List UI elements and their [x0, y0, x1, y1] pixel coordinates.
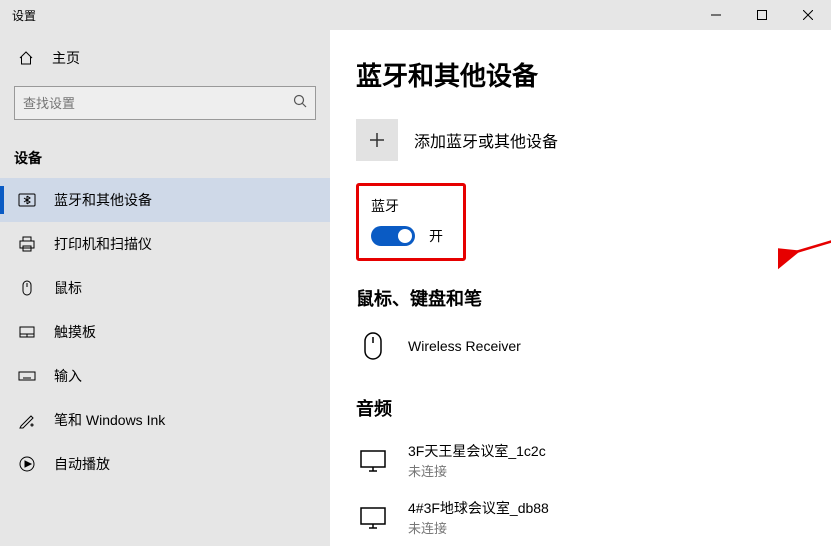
mouse-icon — [356, 331, 390, 361]
page-title: 蓝牙和其他设备 — [356, 56, 805, 93]
device-status: 未连接 — [408, 518, 549, 537]
home-link[interactable]: 主页 — [0, 36, 330, 80]
audio-section-title: 音频 — [356, 395, 805, 421]
home-icon — [18, 50, 34, 66]
monitor-icon — [356, 446, 390, 476]
content: 蓝牙和其他设备 添加蓝牙或其他设备 蓝牙 开 鼠标、键盘和笔 Wireless … — [330, 30, 831, 546]
sidebar-item-label: 鼠标 — [54, 278, 82, 298]
device-name: Wireless Receiver — [408, 338, 521, 354]
touchpad-icon — [18, 323, 36, 341]
bluetooth-label: 蓝牙 — [371, 196, 443, 216]
sidebar-item-label: 打印机和扫描仪 — [54, 234, 152, 254]
bluetooth-highlight-box: 蓝牙 开 — [356, 183, 466, 261]
sidebar-item-touchpad[interactable]: 触摸板 — [0, 310, 330, 354]
minimize-button[interactable] — [693, 0, 739, 30]
annotation-arrow — [778, 200, 831, 270]
sidebar-item-printer[interactable]: 打印机和扫描仪 — [0, 222, 330, 266]
close-button[interactable] — [785, 0, 831, 30]
search-input-wrap[interactable] — [14, 86, 316, 120]
window-title: 设置 — [0, 7, 36, 24]
search-icon — [293, 94, 307, 113]
sidebar: 主页 设备 蓝牙和其他设备打印机和扫描仪鼠标触摸板输入笔和 Windows In… — [0, 30, 330, 546]
device-wireless-receiver[interactable]: Wireless Receiver — [356, 325, 805, 373]
add-device-label: 添加蓝牙或其他设备 — [414, 128, 558, 152]
maximize-button[interactable] — [739, 0, 785, 30]
sidebar-item-bluetooth[interactable]: 蓝牙和其他设备 — [0, 178, 330, 222]
pen-icon — [18, 411, 36, 429]
monitor-icon — [356, 503, 390, 533]
category-label: 设备 — [0, 134, 330, 178]
sidebar-item-keyboard[interactable]: 输入 — [0, 354, 330, 398]
plus-icon — [356, 119, 398, 161]
sidebar-item-autoplay[interactable]: 自动播放 — [0, 442, 330, 486]
mouse-section-title: 鼠标、键盘和笔 — [356, 285, 805, 311]
mouse-icon — [18, 279, 36, 297]
audio-device-0[interactable]: 3F天王星会议室_1c2c未连接 — [356, 435, 805, 492]
autoplay-icon — [18, 455, 36, 473]
sidebar-item-mouse[interactable]: 鼠标 — [0, 266, 330, 310]
printer-icon — [18, 235, 36, 253]
add-device-button[interactable]: 添加蓝牙或其他设备 — [356, 119, 805, 161]
sidebar-item-label: 输入 — [54, 366, 82, 386]
device-name: 3F天王星会议室_1c2c — [408, 441, 546, 461]
titlebar: 设置 — [0, 0, 831, 30]
toggle-state-label: 开 — [429, 226, 443, 246]
sidebar-item-label: 蓝牙和其他设备 — [54, 190, 152, 210]
bluetooth-icon — [18, 191, 36, 209]
keyboard-icon — [18, 367, 36, 385]
home-label: 主页 — [52, 48, 80, 68]
device-status: 未连接 — [408, 461, 546, 480]
search-input[interactable] — [23, 96, 293, 111]
sidebar-item-label: 触摸板 — [54, 322, 96, 342]
bluetooth-toggle[interactable] — [371, 226, 415, 246]
device-name: 4#3F地球会议室_db88 — [408, 498, 549, 518]
window-controls — [693, 0, 831, 30]
sidebar-item-pen[interactable]: 笔和 Windows Ink — [0, 398, 330, 442]
sidebar-item-label: 笔和 Windows Ink — [54, 410, 165, 430]
audio-device-1[interactable]: 4#3F地球会议室_db88未连接 — [356, 492, 805, 546]
sidebar-item-label: 自动播放 — [54, 454, 110, 474]
